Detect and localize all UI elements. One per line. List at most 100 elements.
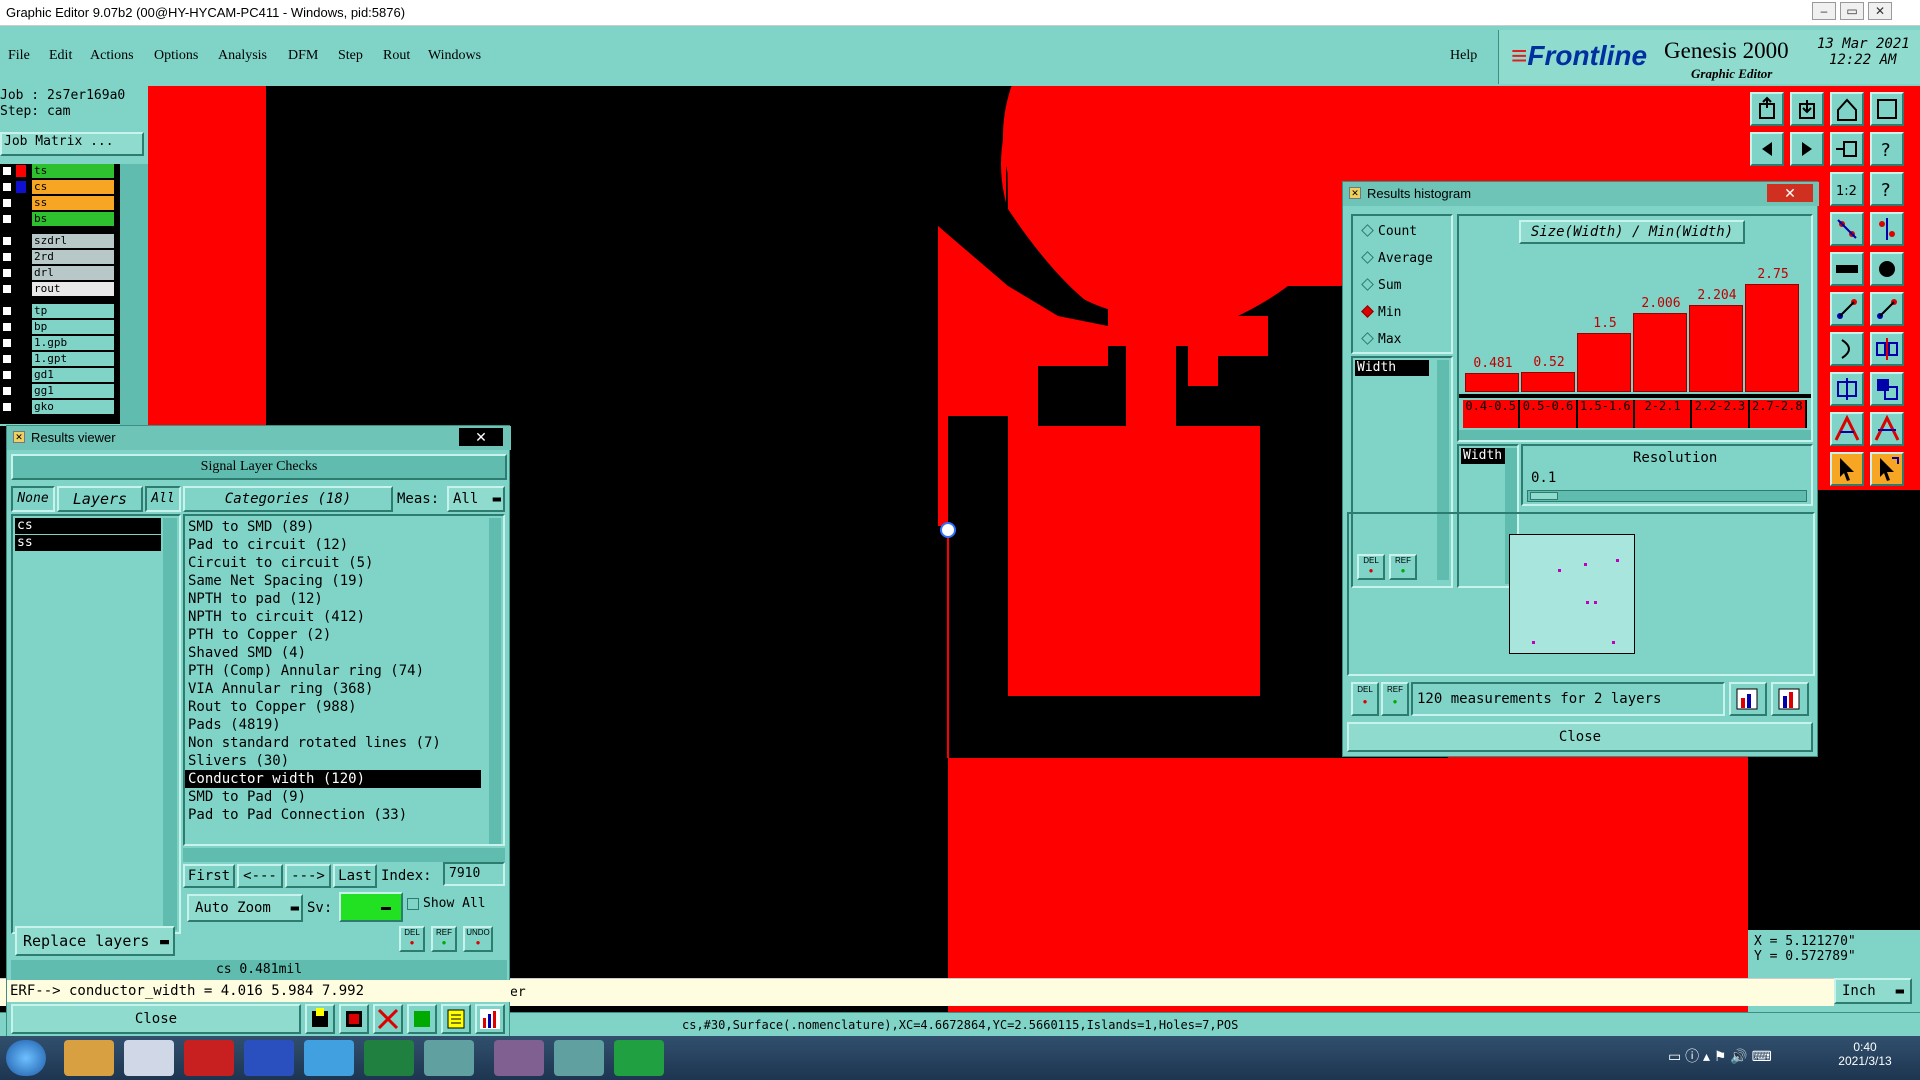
save-icon[interactable] <box>1790 92 1824 126</box>
layer-checkbox[interactable] <box>2 182 12 192</box>
units-dropdown[interactable]: Inch ▬ <box>1834 978 1912 1004</box>
menu-step[interactable]: Step <box>338 48 363 64</box>
step-right-icon[interactable] <box>1790 132 1824 166</box>
snap-pad-icon[interactable] <box>1870 212 1904 246</box>
layer-checkbox[interactable] <box>2 252 12 262</box>
layer-row[interactable]: 1.gpt <box>0 352 118 367</box>
bookmark-icon[interactable] <box>305 1004 335 1034</box>
question-icon[interactable]: ? <box>1870 132 1904 166</box>
layer-row[interactable]: 2rd <box>0 250 118 265</box>
layer-row[interactable]: tp <box>0 304 118 319</box>
print-chart-icon[interactable] <box>1771 682 1809 716</box>
option-count[interactable]: Count <box>1361 224 1417 239</box>
layer-row[interactable]: cs <box>0 180 118 195</box>
histogram-bar[interactable] <box>1577 332 1631 392</box>
layers-scrollbar[interactable] <box>163 518 177 930</box>
taskbar-app-excel[interactable] <box>614 1040 664 1076</box>
tab-all[interactable]: All <box>145 486 181 512</box>
layer-item[interactable]: cs <box>15 518 161 534</box>
clear-icon[interactable] <box>373 1004 403 1034</box>
help-icon[interactable]: ? <box>1870 172 1904 206</box>
taskbar-app-eye2[interactable] <box>554 1040 604 1076</box>
taskbar-app-save[interactable] <box>244 1040 294 1076</box>
start-button[interactable] <box>6 1040 46 1076</box>
category-item[interactable]: PTH to Copper (2) <box>185 626 481 644</box>
layer-checkbox[interactable] <box>2 214 12 224</box>
taskbar-app-eye[interactable] <box>424 1040 474 1076</box>
category-item[interactable]: NPTH to pad (12) <box>185 590 481 608</box>
menu-file[interactable]: File <box>8 48 30 64</box>
layer-checkbox[interactable] <box>2 284 12 294</box>
category-item[interactable]: NPTH to circuit (412) <box>185 608 481 626</box>
taskbar-app-red[interactable] <box>184 1040 234 1076</box>
layer-row[interactable]: gg1 <box>0 384 118 399</box>
scale-icon[interactable]: 1:2 <box>1830 172 1864 206</box>
taskbar-app-green[interactable] <box>364 1040 414 1076</box>
mirror-icon[interactable] <box>1870 332 1904 366</box>
category-item[interactable]: Pad to Pad Connection (33) <box>185 806 481 824</box>
show-all-checkbox[interactable] <box>407 898 419 910</box>
menu-actions[interactable]: Actions <box>90 48 134 64</box>
window-menu-icon[interactable]: ✕ <box>1349 187 1361 199</box>
layer-row[interactable]: drl <box>0 266 118 281</box>
category-item[interactable]: VIA Annular ring (368) <box>185 680 481 698</box>
layer-list-scrollbar[interactable] <box>120 164 148 426</box>
option-min[interactable]: Min <box>1361 305 1401 320</box>
category-item[interactable]: SMD to SMD (89) <box>185 518 481 536</box>
histogram-bar[interactable] <box>1633 313 1687 392</box>
tab-layers[interactable]: Layers <box>57 486 143 512</box>
taskbar-app-feather[interactable] <box>304 1040 354 1076</box>
undo-button[interactable]: UNDO ● <box>463 926 493 952</box>
export-chart-icon[interactable] <box>1729 682 1767 716</box>
layer-row[interactable]: ss <box>0 196 118 211</box>
category-item[interactable]: Circuit to circuit (5) <box>185 554 481 572</box>
triangle-alt-icon[interactable] <box>1870 412 1904 446</box>
meas-dropdown[interactable]: All ▬ <box>447 486 505 512</box>
category-item[interactable]: Rout to Copper (988) <box>185 698 481 716</box>
category-item[interactable]: Same Net Spacing (19) <box>185 572 481 590</box>
preview-map[interactable] <box>1509 534 1635 654</box>
layer-checkbox[interactable] <box>2 306 12 316</box>
layer-row[interactable]: szdrl <box>0 234 118 249</box>
close-window-icon[interactable]: ✕ <box>459 428 503 446</box>
last-button[interactable]: Last <box>333 864 377 888</box>
layer-checkbox[interactable] <box>2 370 12 380</box>
line-snap-icon[interactable] <box>1830 292 1864 326</box>
histogram-icon[interactable] <box>475 1004 505 1034</box>
index-field[interactable]: 7910 <box>443 862 505 886</box>
menu-rout[interactable]: Rout <box>383 48 410 64</box>
taskbar-app-notepad[interactable] <box>124 1040 174 1076</box>
replace-layers-button[interactable]: Replace layers ▬ <box>15 926 175 956</box>
tray-clock[interactable]: 0:40 2021/3/13 <box>1820 1040 1910 1076</box>
category-item[interactable]: Shaved SMD (4) <box>185 644 481 662</box>
taskbar-app-x[interactable] <box>494 1040 544 1076</box>
snap-grid-icon[interactable] <box>1830 212 1864 246</box>
layer-checkbox[interactable] <box>2 386 12 396</box>
report-icon[interactable] <box>339 1004 369 1034</box>
layer-item[interactable]: ss <box>15 535 161 551</box>
close-window-icon[interactable]: ✕ <box>1767 184 1813 202</box>
categories-hscrollbar[interactable] <box>183 848 505 862</box>
triangle-icon[interactable] <box>1830 412 1864 446</box>
menu-windows[interactable]: Windows <box>428 48 481 64</box>
histogram-bar[interactable] <box>1465 373 1519 392</box>
first-button[interactable]: First <box>183 864 235 888</box>
job-matrix-button[interactable]: Job Matrix ... <box>0 132 144 156</box>
layer-row[interactable]: gd1 <box>0 368 118 383</box>
option-max[interactable]: Max <box>1361 332 1401 347</box>
dot-icon[interactable] <box>1870 252 1904 286</box>
layer-row[interactable]: ts <box>0 164 118 179</box>
squares-icon[interactable] <box>1870 372 1904 406</box>
layer-row[interactable]: gko <box>0 400 118 415</box>
center-icon[interactable] <box>1830 372 1864 406</box>
export-icon[interactable] <box>407 1004 437 1034</box>
close-window-button[interactable]: ✕ <box>1868 2 1892 20</box>
layer-checkbox[interactable] <box>2 322 12 332</box>
ruler-icon[interactable] <box>1830 252 1864 286</box>
resolution-slider[interactable] <box>1527 490 1807 502</box>
home-icon[interactable] <box>1830 92 1864 126</box>
layer-checkbox[interactable] <box>2 268 12 278</box>
category-item[interactable]: PTH (Comp) Annular ring (74) <box>185 662 481 680</box>
step-left-icon[interactable] <box>1750 132 1784 166</box>
window-menu-icon[interactable]: ✕ <box>13 431 25 443</box>
